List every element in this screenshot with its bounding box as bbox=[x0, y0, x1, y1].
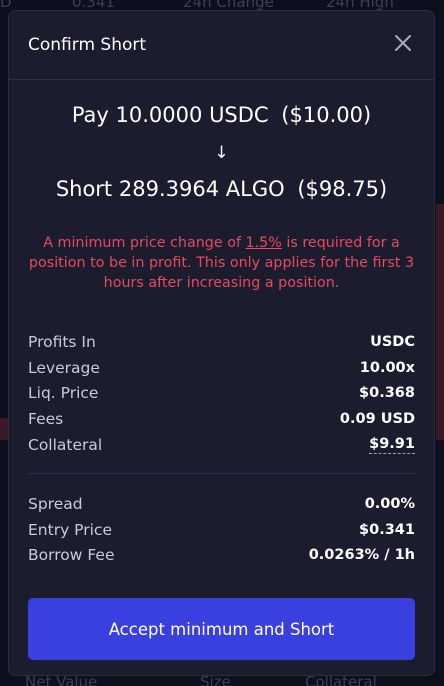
detail-row-borrow-fee: Borrow Fee 0.0263% / 1h bbox=[28, 543, 415, 569]
warning-percent: 1.5% bbox=[245, 235, 282, 251]
detail-row-collateral: Collateral $9.91 bbox=[28, 432, 415, 458]
short-summary: Short 289.3964 ALGO ($98.75) bbox=[9, 177, 434, 201]
min-price-change-warning: A minimum price change of 1.5% is requir… bbox=[25, 233, 418, 293]
detail-label: Collateral bbox=[28, 436, 103, 455]
pay-token: USDC bbox=[209, 103, 269, 127]
detail-row-leverage: Leverage 10.00x bbox=[28, 355, 415, 381]
detail-row-spread: Spread 0.00% bbox=[28, 491, 415, 517]
accept-minimum-and-short-button[interactable]: Accept minimum and Short bbox=[28, 598, 415, 660]
detail-value: 0.0263% / 1h bbox=[308, 547, 415, 564]
detail-label: Spread bbox=[28, 494, 83, 513]
background-footer: Net Value Size Collateral bbox=[0, 676, 444, 686]
detail-value: 10.00x bbox=[359, 359, 415, 376]
detail-row-liq-price: Liq. Price $0.368 bbox=[28, 381, 415, 407]
short-prefix: Short bbox=[55, 177, 113, 201]
modal-title: Confirm Short bbox=[28, 35, 147, 55]
detail-label: Fees bbox=[28, 410, 64, 429]
detail-row-profits-in: Profits In USDC bbox=[28, 329, 415, 355]
detail-label: Borrow Fee bbox=[28, 546, 115, 565]
section-divider bbox=[28, 473, 415, 474]
background-text: Net Value bbox=[25, 676, 98, 686]
background-text: D bbox=[0, 0, 12, 11]
pay-summary: Pay 10.0000 USDC ($10.00) bbox=[9, 103, 434, 127]
detail-value: 0.09 USD bbox=[339, 411, 415, 428]
detail-label: Liq. Price bbox=[28, 384, 99, 403]
trade-details: Spread 0.00% Entry Price $0.341 Borrow F… bbox=[28, 491, 415, 568]
position-details: Profits In USDC Leverage 10.00x Liq. Pri… bbox=[28, 329, 415, 458]
short-usd: ($98.75) bbox=[297, 177, 388, 201]
modal-header: Confirm Short bbox=[9, 11, 434, 80]
detail-row-fees: Fees 0.09 USD bbox=[28, 406, 415, 432]
short-amount: 289.3964 bbox=[118, 177, 220, 201]
detail-label: Leverage bbox=[28, 358, 100, 377]
background-text: Collateral bbox=[305, 676, 377, 686]
detail-row-entry-price: Entry Price $0.341 bbox=[28, 517, 415, 543]
detail-value: $0.368 bbox=[359, 385, 415, 402]
background-red-area bbox=[0, 418, 8, 440]
detail-label: Profits In bbox=[28, 332, 96, 351]
close-icon[interactable] bbox=[392, 32, 414, 54]
short-token: ALGO bbox=[225, 177, 285, 201]
background-text: Size bbox=[200, 676, 231, 686]
detail-value: USDC bbox=[370, 333, 415, 350]
warning-text: A minimum price change of bbox=[43, 235, 246, 251]
detail-label: Entry Price bbox=[28, 520, 112, 539]
background-red-area bbox=[436, 204, 444, 440]
pay-prefix: Pay bbox=[71, 103, 109, 127]
confirm-short-modal: Confirm Short Pay 10.0000 USDC ($10.00) … bbox=[8, 10, 435, 676]
pay-amount: 10.0000 bbox=[115, 103, 203, 127]
detail-value: 0.00% bbox=[364, 495, 415, 512]
detail-value: $0.341 bbox=[359, 521, 415, 538]
pay-usd: ($10.00) bbox=[281, 103, 372, 127]
arrow-down-icon: ↓ bbox=[214, 143, 229, 163]
collateral-tooltip-value[interactable]: $9.91 bbox=[369, 436, 415, 455]
